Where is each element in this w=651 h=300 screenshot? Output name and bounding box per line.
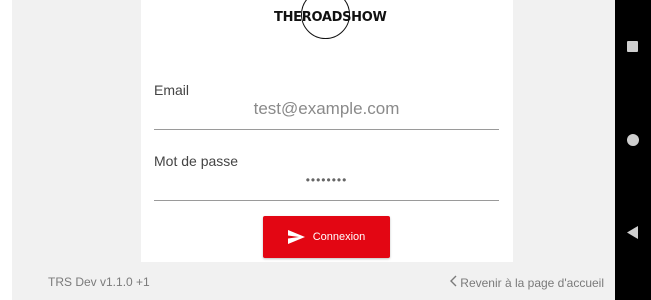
system-navigation-bar <box>615 0 651 300</box>
login-button[interactable]: Connexion <box>263 216 390 258</box>
home-button[interactable] <box>627 134 639 146</box>
email-field[interactable]: test@example.com <box>154 99 499 121</box>
triangle-back-icon <box>627 226 638 239</box>
login-button-label: Connexion <box>312 231 366 243</box>
back-to-home-label: Revenir à la page d'accueil <box>460 275 604 290</box>
version-text: TRS Dev v1.1.0 +1 <box>48 275 150 289</box>
send-icon <box>287 230 305 244</box>
back-to-home-link[interactable]: Revenir à la page d'accueil <box>450 275 604 290</box>
password-label: Mot de passe <box>154 153 239 169</box>
email-label: Email <box>154 82 190 98</box>
logo-wordmark: THEROADSHOW <box>274 10 387 25</box>
back-button[interactable] <box>627 226 638 244</box>
login-card: THEROADSHOW Email test@example.com Mot d… <box>141 0 513 262</box>
chevron-left-icon <box>450 275 457 290</box>
password-underline <box>154 200 499 201</box>
email-underline <box>154 129 499 130</box>
password-field[interactable]: •••••••• <box>154 173 499 191</box>
app-screen: THEROADSHOW Email test@example.com Mot d… <box>0 0 615 300</box>
recents-button[interactable] <box>627 41 638 52</box>
roadshow-logo: THEROADSHOW <box>274 0 387 40</box>
